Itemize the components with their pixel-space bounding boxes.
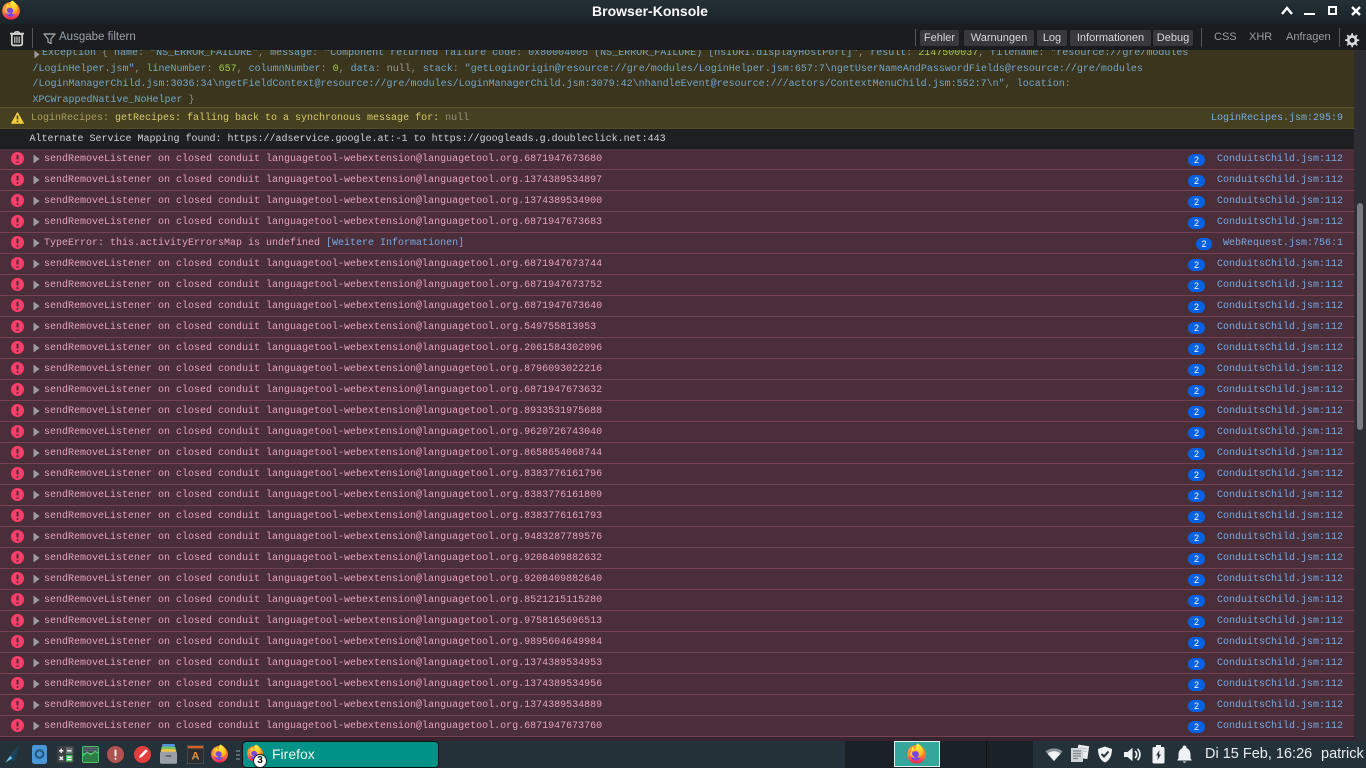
svg-text:A: A — [192, 751, 200, 763]
